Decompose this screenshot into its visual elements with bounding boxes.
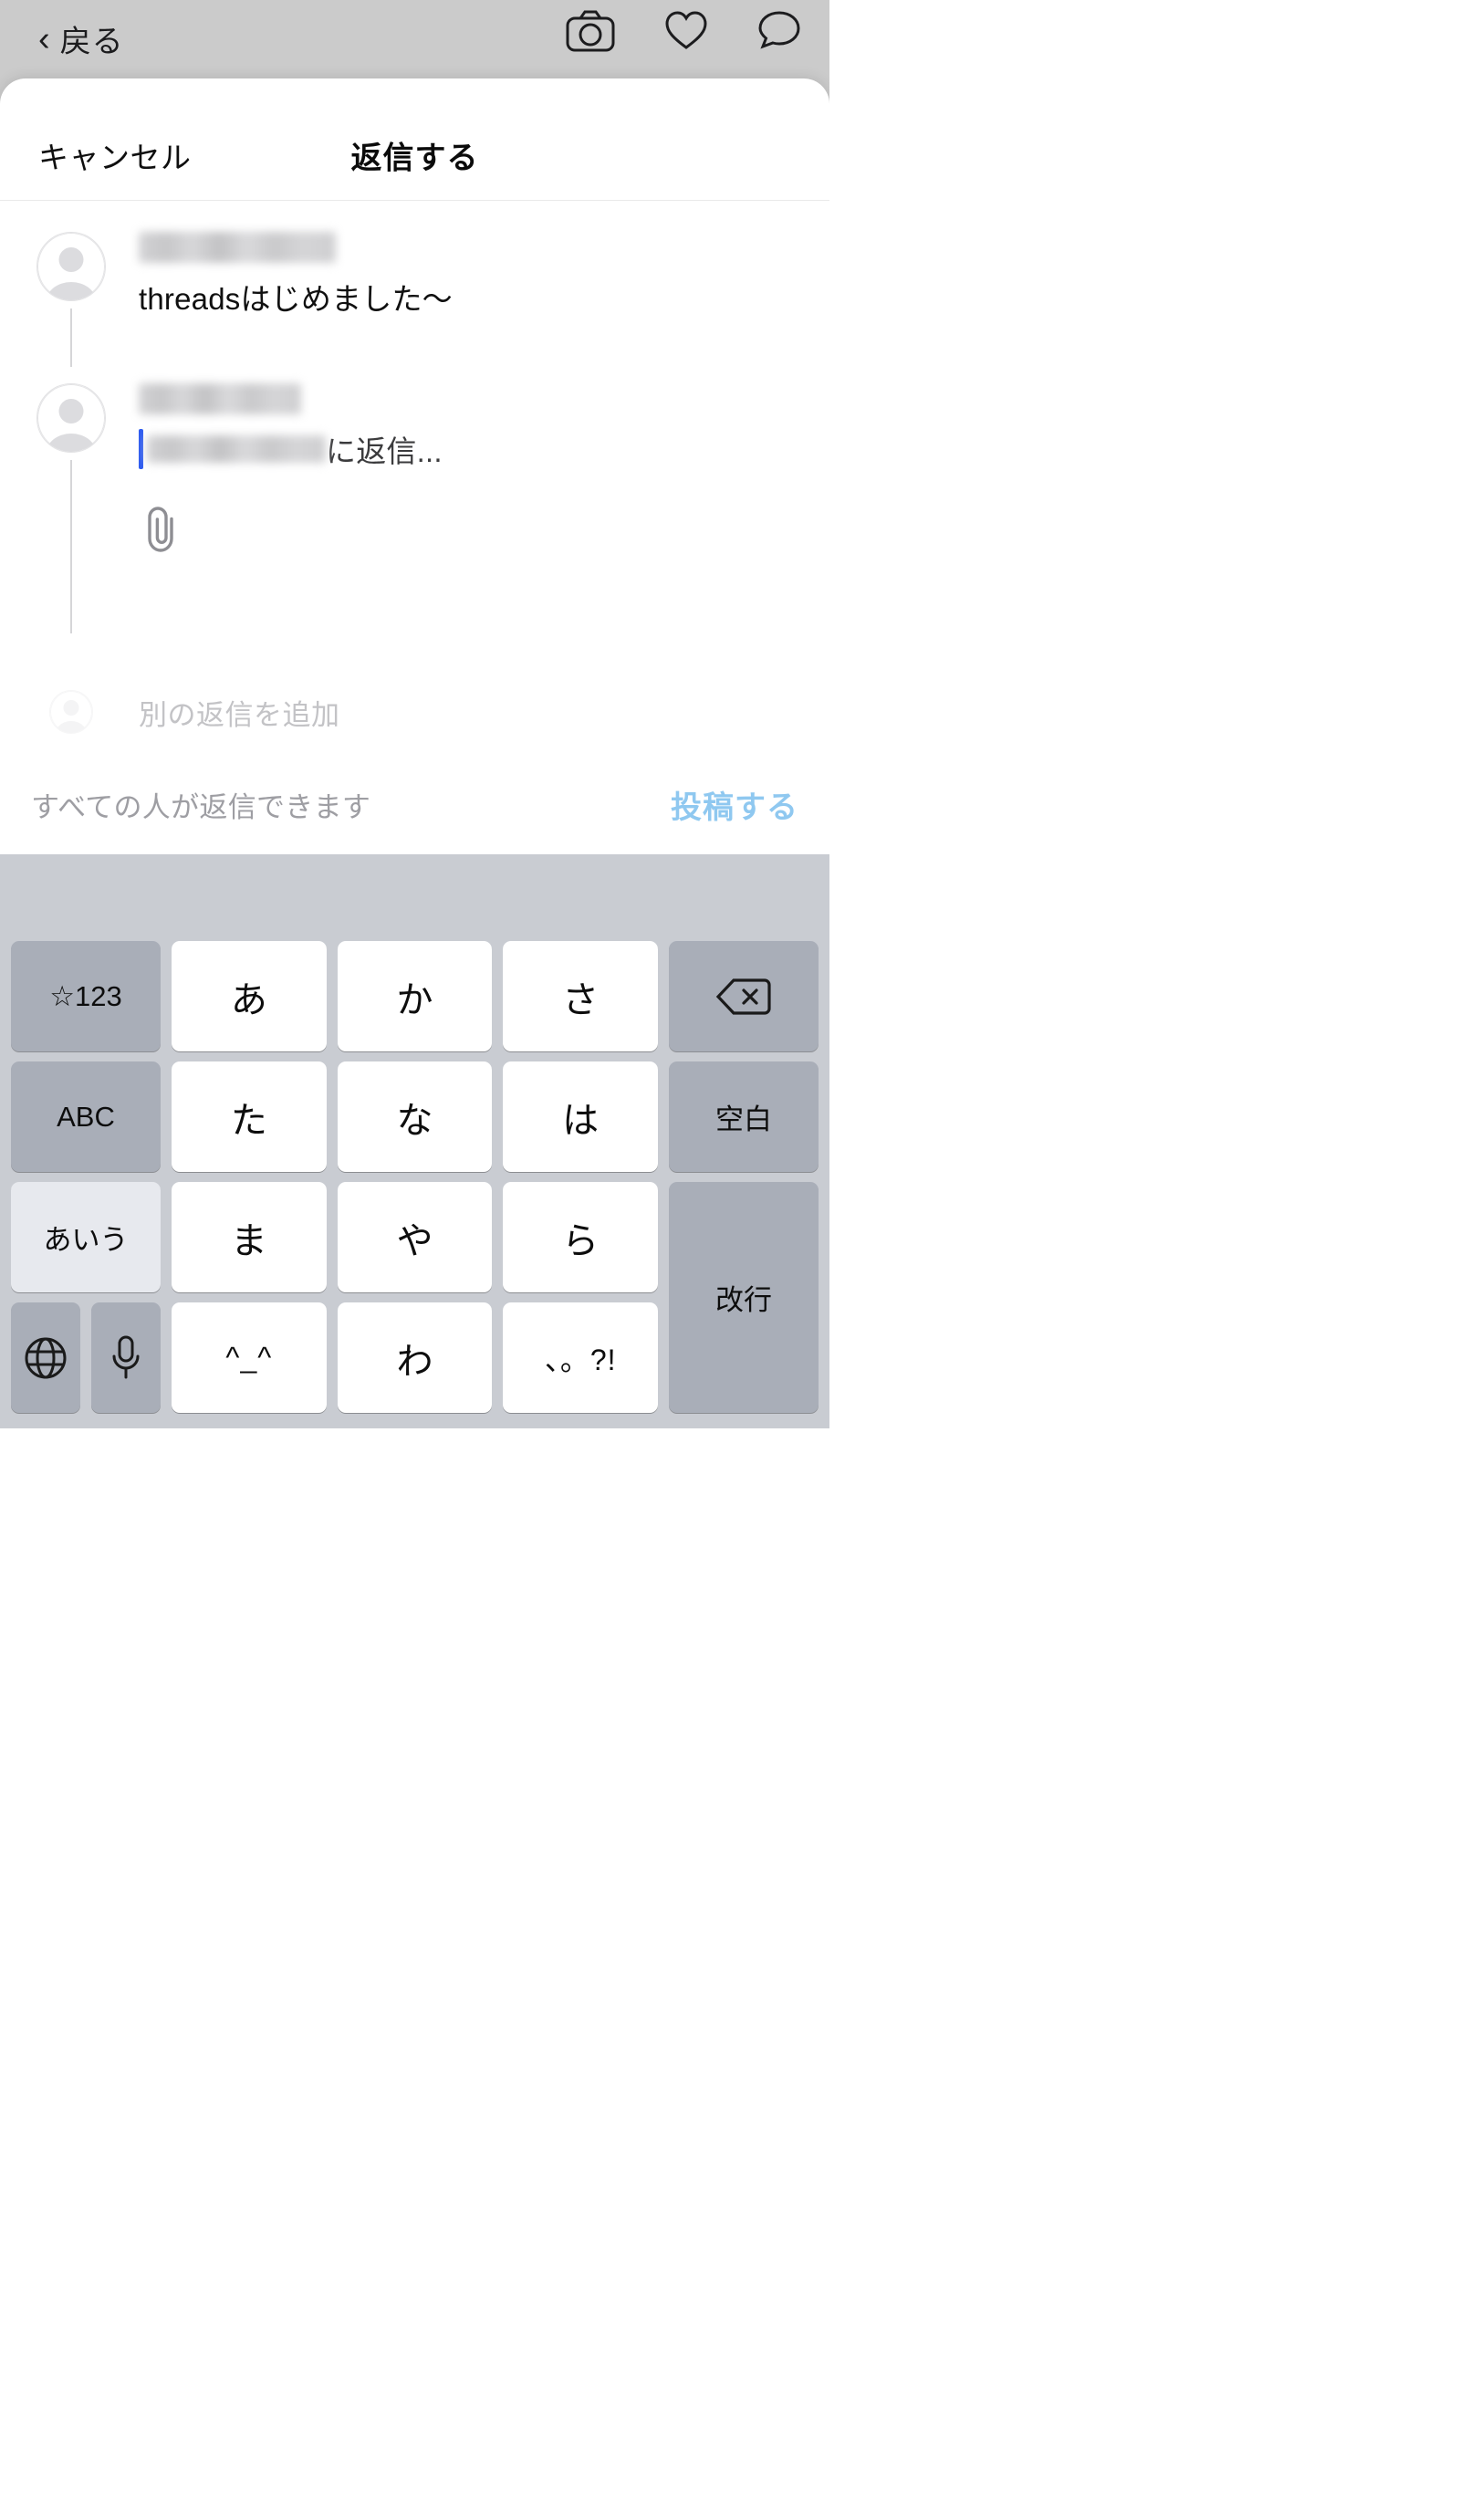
backspace-icon — [715, 977, 772, 1017]
username-redacted — [139, 232, 336, 263]
key-aiu[interactable]: あいう — [11, 1182, 161, 1292]
key-symbols-123[interactable]: ☆123 — [11, 941, 161, 1051]
chevron-left-icon: ‹ — [38, 19, 51, 58]
reply-text-input[interactable]: に返信... — [139, 427, 793, 471]
original-post-body: threadsはじめました〜 — [106, 232, 793, 319]
key-ra[interactable]: ら — [503, 1182, 659, 1292]
background-nav-icons — [565, 9, 802, 53]
keyboard-return-column: 改行 — [663, 1182, 824, 1413]
add-reply-avatar-column — [36, 690, 106, 734]
keyboard-rows: ☆123 あ か さ ABC た な は 空白 あいう ま や ら ^_^ わ … — [0, 941, 829, 1420]
key-ma[interactable]: ま — [172, 1182, 327, 1292]
original-post-text: threadsはじめました〜 — [139, 282, 453, 316]
avatar-ring — [50, 691, 92, 733]
keyboard-row-2: ABC た な は 空白 — [5, 1061, 824, 1172]
keyboard-rows-3-4: あいう ま や ら ^_^ わ 、。?! 改行 — [5, 1182, 824, 1413]
key-return[interactable]: 改行 — [669, 1182, 819, 1413]
key-ka[interactable]: か — [337, 941, 493, 1051]
message-icon[interactable] — [756, 9, 802, 53]
post-button[interactable]: 投稿する — [671, 782, 798, 827]
phone-screen: ‹ 戻る キャンセル 返信する threadsはじめました〜 に返信... 別の… — [0, 0, 829, 1428]
keyboard-row-4: ^_^ わ 、。?! — [5, 1302, 663, 1413]
keyboard-row-3: あいう ま や ら — [5, 1182, 663, 1292]
sheet-header: キャンセル 返信する — [0, 78, 829, 201]
avatar-ring — [37, 384, 105, 452]
keyboard-rows-3-4-left: あいう ま や ら ^_^ わ 、。?! — [5, 1182, 663, 1413]
original-post-avatar-column — [36, 232, 106, 367]
key-punctuation[interactable]: 、。?! — [503, 1302, 659, 1413]
key-sa[interactable]: さ — [503, 941, 659, 1051]
heart-icon[interactable] — [663, 9, 709, 53]
sheet-title: 返信する — [350, 141, 479, 176]
mention-redacted — [147, 435, 326, 463]
key-ha[interactable]: は — [503, 1061, 659, 1172]
keyboard-row-4-left-pair — [5, 1302, 166, 1413]
composer-footer: すべての人が返信できます 投稿する — [0, 754, 829, 854]
original-post: threadsはじめました〜 — [0, 232, 829, 367]
thread-container: threadsはじめました〜 に返信... 別の返信を追加 — [0, 201, 829, 734]
key-space[interactable]: 空白 — [669, 1061, 819, 1172]
add-another-reply-label: 別の返信を追加 — [139, 698, 340, 731]
key-ta[interactable]: た — [172, 1061, 327, 1172]
key-backspace[interactable] — [669, 941, 819, 1051]
keyboard-suggestion-bar — [0, 854, 829, 941]
add-another-reply-row[interactable]: 別の返信を追加 — [0, 690, 829, 734]
thread-connector-line — [70, 308, 72, 367]
key-a[interactable]: あ — [172, 941, 327, 1051]
key-dictation[interactable] — [91, 1302, 161, 1413]
thread-connector-line — [70, 460, 72, 633]
avatar-ring — [37, 233, 105, 300]
avatar[interactable] — [36, 383, 106, 453]
key-emoticon-label: ^_^ — [225, 1341, 273, 1374]
attach-row — [139, 504, 793, 555]
reply-draft-body: に返信... — [106, 383, 793, 555]
camera-icon[interactable] — [565, 9, 616, 53]
key-punctuation-label: 、。?! — [544, 1343, 617, 1376]
reply-draft-post: に返信... — [0, 383, 829, 633]
key-na[interactable]: な — [337, 1061, 493, 1172]
audience-label[interactable]: すべての人が返信できます — [31, 784, 370, 825]
mic-icon — [110, 1334, 141, 1382]
reply-placeholder-suffix: に返信... — [326, 434, 443, 468]
paperclip-icon[interactable] — [141, 504, 793, 555]
key-abc[interactable]: ABC — [11, 1061, 161, 1172]
avatar — [49, 690, 93, 734]
back-button[interactable]: ‹ 戻る — [38, 16, 124, 61]
software-keyboard: ☆123 あ か さ ABC た な は 空白 あいう ま や ら ^_^ わ … — [0, 854, 829, 1428]
text-caret — [139, 429, 143, 469]
reply-draft-avatar-column — [36, 383, 106, 633]
key-wa[interactable]: わ — [337, 1302, 493, 1413]
username-redacted — [139, 383, 301, 414]
keyboard-row-1: ☆123 あ か さ — [5, 941, 824, 1051]
key-ya[interactable]: や — [337, 1182, 493, 1292]
key-globe[interactable] — [11, 1302, 80, 1413]
reply-composer-sheet: キャンセル 返信する threadsはじめました〜 に返信... 別の返信を追加… — [0, 78, 829, 1428]
globe-icon — [23, 1335, 68, 1381]
key-emoticon[interactable]: ^_^ — [172, 1302, 327, 1413]
back-button-label: 戻る — [59, 25, 124, 59]
avatar[interactable] — [36, 232, 106, 301]
